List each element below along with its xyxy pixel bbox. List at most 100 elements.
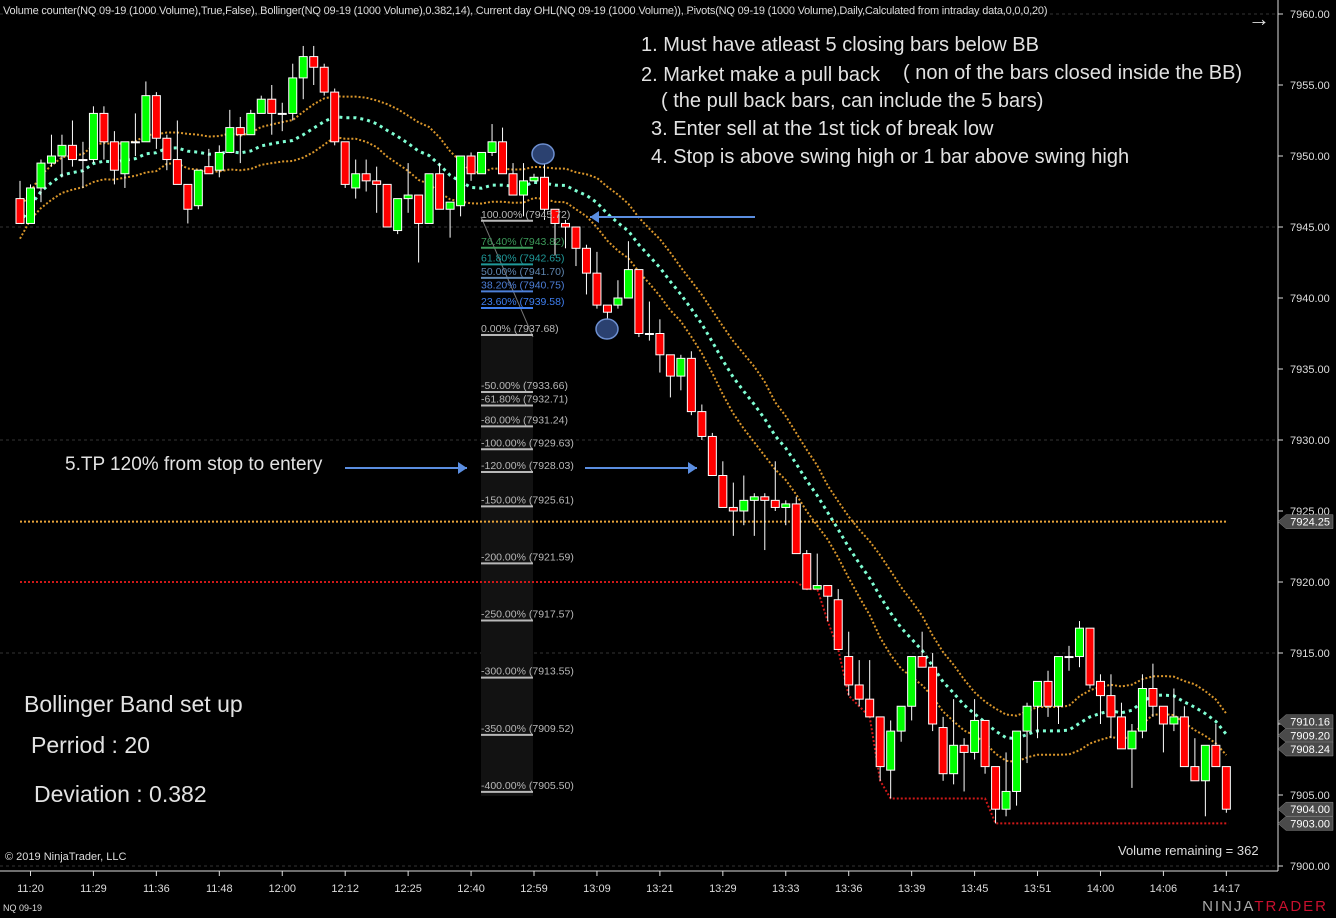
candle-up [1137, 688, 1147, 732]
candle-down [330, 91, 340, 143]
y-tick-label: 7920.00 [1290, 577, 1330, 589]
indicator-header: Volume counter(NQ 09-19 (1000 Volume),Tr… [3, 5, 1048, 17]
candle-down [235, 127, 245, 136]
candle-down [686, 357, 696, 413]
fib-level-label: 23.60% (7939.58) [481, 296, 564, 308]
ninjatrader-logo: NINJATRADER [1202, 898, 1328, 915]
fib-level-label: 76.40% (7943.82) [481, 236, 564, 248]
bb-deviation: Deviation : 0.382 [34, 781, 207, 807]
candle-down [592, 272, 602, 306]
candle-up [781, 503, 791, 508]
x-tick-label: 11:29 [80, 883, 107, 895]
candle-up [120, 141, 130, 175]
y-tick-label: 7945.00 [1290, 222, 1330, 234]
candle-up [1012, 730, 1022, 792]
candle-down [854, 684, 864, 700]
fib-level-label: -100.00% (7929.63) [481, 437, 574, 449]
candle-up [907, 656, 917, 707]
candle-down [938, 727, 948, 775]
swing-low-marker [595, 318, 619, 340]
candle-down [1116, 716, 1126, 750]
x-tick-label: 11:48 [206, 883, 233, 895]
candle-up [613, 297, 623, 306]
y-tick-label: 7960.00 [1290, 9, 1330, 21]
candle-up [141, 95, 151, 143]
candle-down [697, 411, 707, 437]
fib-level-label: -250.00% (7917.57) [481, 609, 574, 621]
candle-down [602, 304, 612, 313]
y-tick-label: 7905.00 [1290, 790, 1330, 802]
candle-down [319, 66, 329, 93]
candle-down [760, 496, 770, 501]
candle-up [46, 155, 56, 164]
x-tick-label: 13:29 [709, 883, 737, 895]
rule-1: 1. Must have atleast 5 closing bars belo… [641, 34, 1039, 56]
candle-up [225, 127, 235, 153]
fib-level-label: 38.20% (7940.75) [481, 279, 564, 291]
bb-setup-title: Bollinger Band set up [24, 691, 243, 717]
candle-down [991, 766, 1001, 810]
rule-2-note: ( non of the bars closed inside the BB) [903, 62, 1243, 84]
candle-up [445, 201, 455, 210]
candle-up [298, 56, 308, 79]
candle-up [487, 141, 497, 153]
candle-down [802, 553, 812, 590]
x-tick-label: 13:39 [898, 883, 926, 895]
logo-ninja: NINJA [1202, 898, 1255, 915]
x-tick-label: 13:21 [646, 883, 674, 895]
candle-up [88, 112, 98, 161]
candle-down [172, 159, 182, 185]
candle-up [886, 730, 896, 771]
x-tick-label: 11:36 [143, 883, 170, 895]
candle-down [498, 141, 508, 175]
fib-level-label: 0.00% (7937.68) [481, 323, 559, 335]
candle-down [707, 435, 717, 477]
candle-down [67, 144, 77, 161]
candle-up [1054, 656, 1064, 707]
candle-down [540, 176, 549, 210]
candle-up [351, 173, 361, 189]
price-marker-label: 7903.00 [1290, 818, 1330, 830]
candle-down [508, 173, 518, 196]
candle-up [529, 176, 539, 182]
rule-5: 5.TP 120% from stop to entery [65, 454, 323, 475]
swing-high-marker [531, 143, 555, 165]
candle-down [833, 599, 843, 650]
candle-down [382, 183, 392, 228]
y-tick-label: 7935.00 [1290, 364, 1330, 376]
rule-2-sub: ( the pull back bars, can include the 5 … [661, 90, 1044, 112]
price-marker-label: 7909.20 [1290, 730, 1330, 742]
fib-level-label: -61.80% (7932.71) [481, 394, 568, 406]
candle-up [193, 169, 203, 207]
candle-down [571, 226, 581, 249]
candle-down [435, 173, 445, 210]
candle-down [844, 656, 854, 686]
candle-down [340, 141, 350, 185]
candle-down [665, 354, 675, 377]
x-tick-label: 14:06 [1150, 883, 1178, 895]
tp-arrow-left-head [458, 462, 467, 474]
candle-up [949, 744, 959, 775]
fib-level-label: -350.00% (7909.52) [481, 723, 574, 735]
candle-down [1106, 695, 1116, 718]
candle-up [1200, 744, 1210, 782]
candle-up [644, 333, 654, 335]
y-tick-label: 7950.00 [1290, 151, 1330, 163]
candle-up [456, 155, 466, 207]
bollinger-lower-band [19, 136, 1228, 763]
candle-down [917, 656, 927, 668]
x-tick-label: 12:12 [331, 883, 359, 895]
fib-level-label: -150.00% (7925.61) [481, 494, 574, 506]
candle-down [728, 506, 738, 512]
x-tick-label: 13:45 [961, 883, 989, 895]
x-tick-label: 12:25 [394, 883, 422, 895]
arrow-right-icon[interactable]: → [1248, 6, 1270, 32]
candle-down [1179, 716, 1189, 768]
fib-level-label: -50.00% (7933.66) [481, 380, 568, 392]
candle-up [896, 705, 906, 732]
candle-up [403, 194, 413, 200]
candle-up [277, 112, 287, 115]
candle-down [204, 166, 214, 175]
candle-up [393, 198, 403, 232]
candle-down [109, 141, 119, 171]
